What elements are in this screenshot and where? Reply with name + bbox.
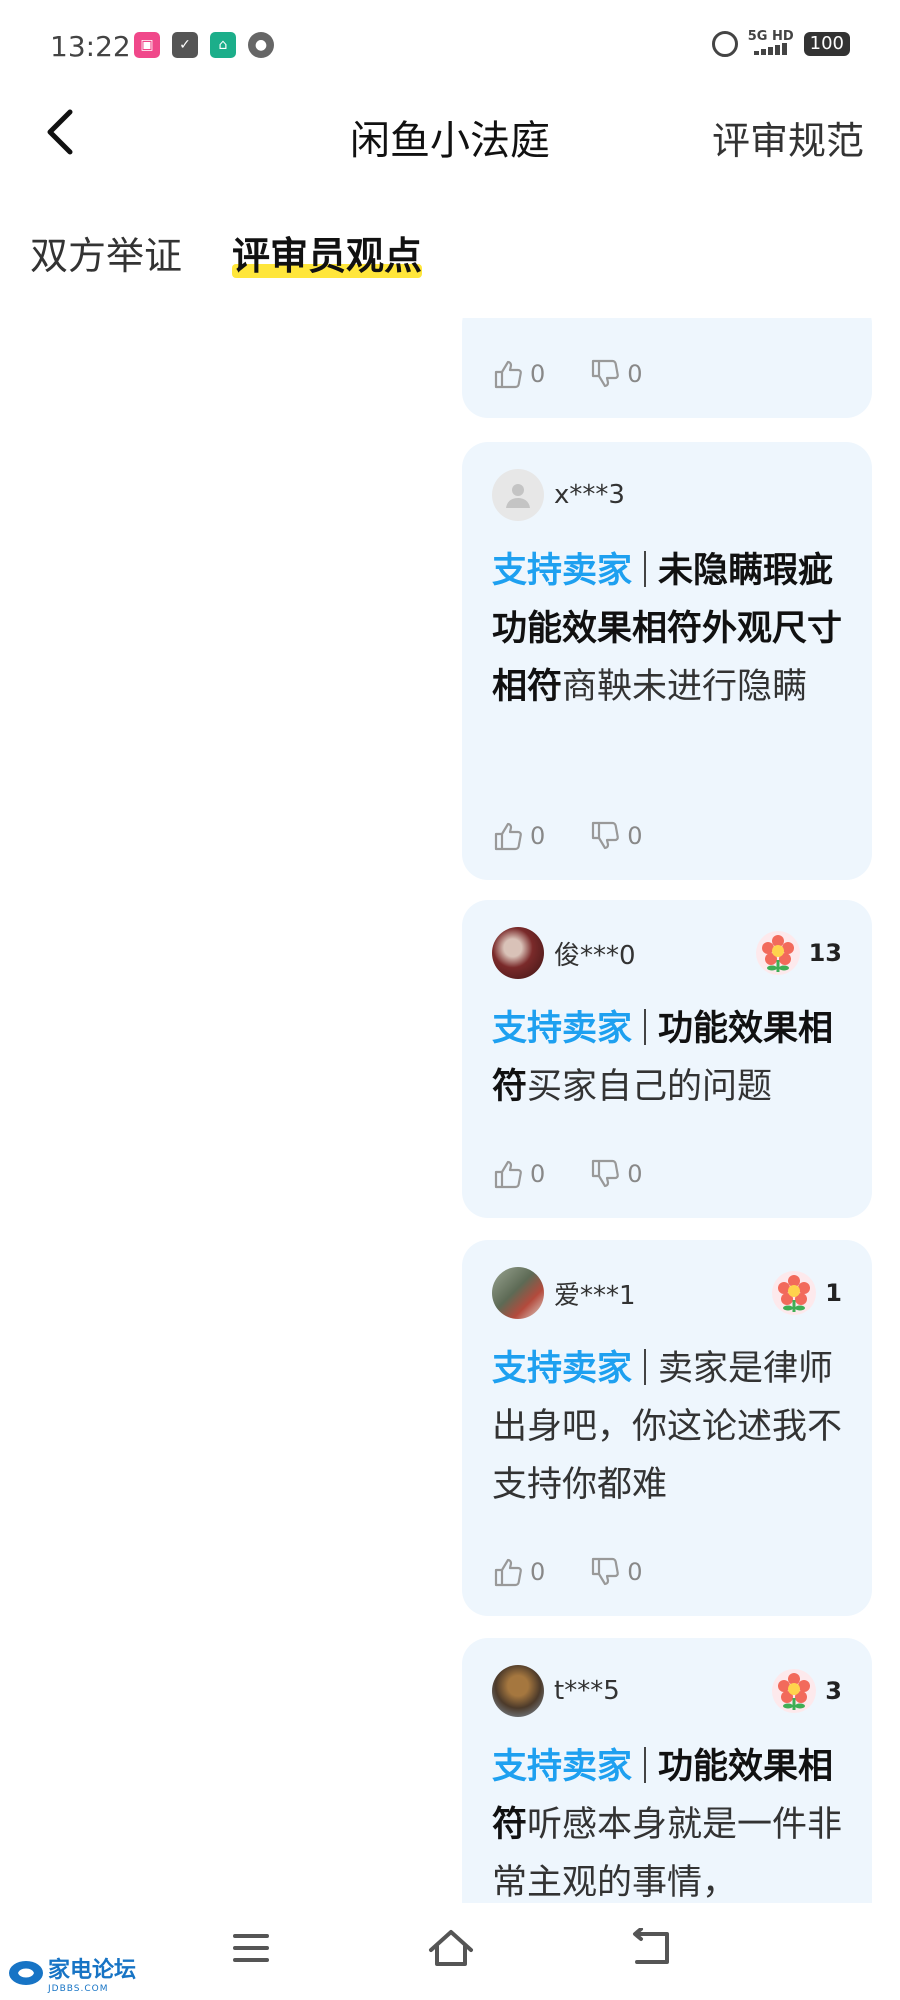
- dislike-button[interactable]: 0: [589, 1556, 643, 1588]
- username: x***3: [554, 480, 625, 510]
- comment-card: 俊***0 13 支持卖家 功能效果相符买家自己的问题 0 0: [462, 900, 872, 1218]
- flower-count: 3: [825, 1677, 842, 1705]
- flower-count: 1: [825, 1279, 842, 1307]
- stance-label: 支持卖家: [492, 1349, 633, 1389]
- site-watermark: 家电论坛 JDBBS.COM: [8, 1952, 136, 1994]
- username: 俊***0: [554, 940, 636, 971]
- thumbs-up-icon: [494, 360, 522, 389]
- tabs: 双方举证 评审员观点: [0, 215, 900, 285]
- home-icon: [429, 1930, 473, 1966]
- stance-label: 支持卖家: [492, 1747, 633, 1787]
- comment-card: t***5 3 支持卖家 功能效果相符听感本身就是一件非常主观的事情，: [462, 1638, 872, 1903]
- reactions: 0 0: [492, 1158, 643, 1190]
- dislike-button[interactable]: 0: [589, 358, 643, 390]
- like-button[interactable]: 0: [492, 1556, 545, 1588]
- avatar[interactable]: [492, 1267, 544, 1319]
- user-row: 俊***0 13: [492, 926, 842, 980]
- flower-icon: [755, 931, 800, 975]
- thumbs-down-icon: [592, 821, 620, 850]
- reactions: 0 0: [492, 820, 643, 852]
- username: t***5: [554, 1676, 620, 1706]
- user-row: t***5 3: [492, 1664, 842, 1718]
- flower-badge[interactable]: 13: [755, 930, 842, 976]
- comment-body: 支持卖家 功能效果相符买家自己的问题: [492, 1000, 848, 1116]
- status-bar: 13:22 ▣ ✓ ⌂ ● 5G HD 100: [0, 0, 900, 90]
- tab-reviewer-opinions[interactable]: 评审员观点: [232, 225, 423, 280]
- like-button[interactable]: 0: [492, 820, 545, 852]
- network-signal-icon: 5G HD: [748, 30, 794, 58]
- comment-body: 支持卖家 功能效果相符听感本身就是一件非常主观的事情，: [492, 1738, 848, 1903]
- menu-button[interactable]: [216, 1918, 286, 1978]
- status-time: 13:22: [50, 30, 131, 63]
- thumbs-down-icon: [592, 359, 620, 388]
- comment-text: 买家自己的问题: [527, 1067, 773, 1107]
- thumbs-down-icon: [592, 1557, 620, 1586]
- pet-app-icon: ●: [248, 32, 274, 58]
- back-button[interactable]: [30, 102, 90, 162]
- avatar[interactable]: [492, 927, 544, 979]
- comment-list[interactable]: 0 0 x***3 支持卖家未隐瞒瑕疵功能效果相符外观尺寸相符商鞅未进行隐瞒: [0, 318, 900, 1903]
- comment-body: 支持卖家 未隐瞒瑕疵功能效果相符外观尺寸相符商鞅未进行隐瞒: [492, 542, 848, 716]
- clipboard-check-icon: ✓: [172, 32, 198, 58]
- thumbs-up-icon: [494, 1558, 522, 1587]
- alarm-icon: [711, 31, 738, 57]
- avatar[interactable]: [492, 1665, 544, 1717]
- thumbs-up-icon: [494, 1160, 522, 1189]
- like-button[interactable]: 0: [492, 358, 545, 390]
- separator: [644, 1009, 647, 1045]
- signal-bars-icon: [753, 43, 787, 55]
- home-app-icon: ⌂: [210, 32, 236, 58]
- tab-evidence[interactable]: 双方举证: [30, 225, 182, 280]
- separator: [644, 1747, 647, 1783]
- notification-icons: ▣ ✓ ⌂ ●: [134, 32, 274, 58]
- separator: [644, 1349, 647, 1385]
- stance-label: 支持卖家: [492, 551, 633, 591]
- back-nav-button[interactable]: [616, 1918, 686, 1978]
- menu-icon: [233, 1934, 269, 1962]
- comment-text: 商鞅未进行隐瞒: [562, 667, 808, 707]
- battery-icon: 100: [803, 32, 850, 56]
- thumbs-down-icon: [592, 1159, 620, 1188]
- comment-card: 0 0: [462, 318, 872, 418]
- review-rules-link[interactable]: 评审规范: [712, 110, 864, 165]
- default-user-icon: [506, 484, 530, 508]
- flower-count: 13: [808, 939, 842, 967]
- avatar[interactable]: [492, 469, 544, 521]
- dislike-button[interactable]: 0: [589, 820, 643, 852]
- app-notification-icon: ▣: [134, 32, 160, 58]
- home-button[interactable]: [416, 1918, 486, 1978]
- comment-card: x***3 支持卖家 未隐瞒瑕疵功能效果相符外观尺寸相符商鞅未进行隐瞒 0 0: [462, 442, 872, 880]
- return-icon: [633, 1928, 669, 1964]
- user-row: x***3: [492, 468, 842, 522]
- separator: [644, 551, 647, 587]
- username: 爱***1: [554, 1280, 636, 1311]
- reactions: 0 0: [492, 358, 643, 390]
- flower-badge[interactable]: 1: [771, 1270, 842, 1316]
- like-button[interactable]: 0: [492, 1158, 545, 1190]
- comment-body: 支持卖家 卖家是律师出身吧，你这论述我不支持你都难: [492, 1340, 848, 1514]
- reactions: 0 0: [492, 1556, 643, 1588]
- flower-icon: [772, 1271, 817, 1315]
- thumbs-up-icon: [494, 822, 522, 851]
- user-row: 爱***1 1: [492, 1266, 842, 1320]
- chevron-left-icon: [47, 109, 73, 155]
- status-right: 5G HD 100: [711, 30, 850, 58]
- comment-text: 听感本身就是一件非常主观的事情，: [492, 1805, 843, 1903]
- flower-badge[interactable]: 3: [771, 1668, 842, 1714]
- flower-icon: [772, 1669, 817, 1713]
- stance-label: 支持卖家: [492, 1009, 633, 1049]
- header: 闲鱼小法庭 评审规范: [0, 90, 900, 180]
- dislike-button[interactable]: 0: [589, 1158, 643, 1190]
- jdbbs-logo-icon: [9, 1961, 43, 1985]
- comment-card: 爱***1 1 支持卖家 卖家是律师出身吧，你这论述我不支持你都难 0 0: [462, 1240, 872, 1616]
